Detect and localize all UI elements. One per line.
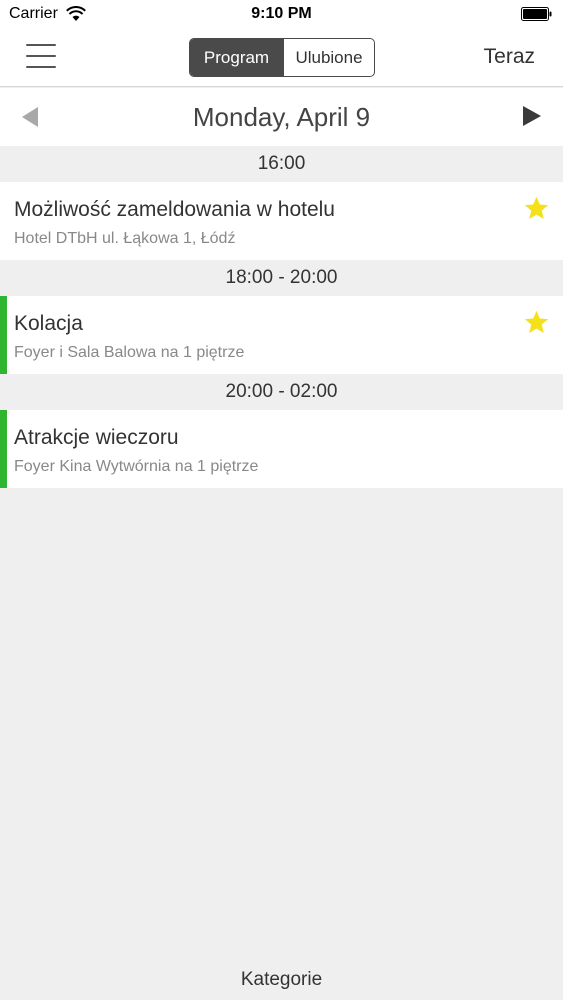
time-header: 16:00 <box>0 146 563 182</box>
date-selector: Monday, April 9 <box>0 88 563 147</box>
time-header: 20:00 - 02:00 <box>0 374 563 410</box>
segmented-control: Program Ulubione <box>189 38 375 77</box>
event-row[interactable]: Atrakcje wieczoru Foyer Kina Wytwórnia n… <box>0 410 563 488</box>
categories-button[interactable]: Kategorie <box>0 958 563 1000</box>
status-time: 9:10 PM <box>251 5 312 22</box>
time-header: 18:00 - 20:00 <box>0 260 563 296</box>
event-location: Foyer i Sala Balowa na 1 piętrze <box>14 344 245 361</box>
category-accent-bar <box>0 296 7 374</box>
event-title: Kolacja <box>14 312 83 335</box>
event-title: Możliwość zameldowania w hotelu <box>14 198 335 221</box>
nav-bar: Program Ulubione Teraz <box>0 30 563 87</box>
date-label: Monday, April 9 <box>192 102 371 132</box>
event-row[interactable]: Kolacja Foyer i Sala Balowa na 1 piętrze <box>0 296 563 374</box>
now-button[interactable]: Teraz <box>484 45 535 69</box>
battery-icon <box>521 7 552 21</box>
hamburger-menu-icon[interactable] <box>26 44 56 70</box>
segment-program[interactable]: Program <box>190 39 283 76</box>
status-bar: Carrier 9:10 PM <box>0 0 563 30</box>
next-day-icon[interactable] <box>523 106 541 126</box>
favorite-star-icon[interactable] <box>523 309 550 336</box>
event-location: Hotel DTbH ul. Łąkowa 1, Łódź <box>14 230 236 247</box>
event-title: Atrakcje wieczoru <box>14 426 179 449</box>
category-accent-bar <box>0 410 7 488</box>
favorite-star-icon[interactable] <box>523 195 550 222</box>
segment-ulubione[interactable]: Ulubione <box>283 39 374 76</box>
event-row[interactable]: Możliwość zameldowania w hotelu Hotel DT… <box>0 182 563 260</box>
event-location: Foyer Kina Wytwórnia na 1 piętrze <box>14 458 259 475</box>
